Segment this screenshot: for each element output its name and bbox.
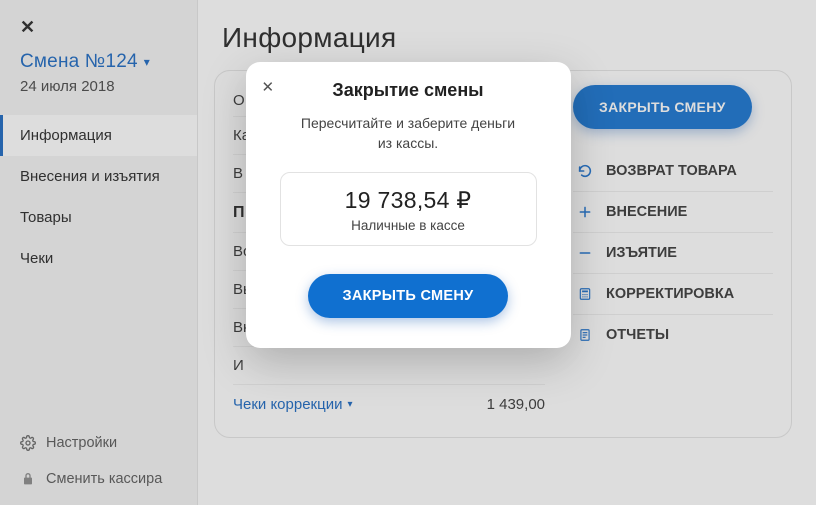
- cash-box: 19 738,54 ₽ Наличные в кассе: [280, 172, 537, 246]
- cash-amount: 19 738,54 ₽: [293, 187, 524, 214]
- cash-label: Наличные в кассе: [293, 218, 524, 233]
- modal-scrim[interactable]: ✕ Закрытие смены Пересчитайте и заберите…: [0, 0, 816, 505]
- close-shift-modal: ✕ Закрытие смены Пересчитайте и заберите…: [246, 62, 571, 348]
- modal-title: Закрытие смены: [270, 80, 547, 101]
- close-icon[interactable]: ✕: [262, 78, 275, 96]
- modal-subtitle: Пересчитайте и заберите деньги из кассы.: [298, 113, 518, 154]
- modal-close-shift-button[interactable]: ЗАКРЫТЬ СМЕНУ: [308, 274, 507, 318]
